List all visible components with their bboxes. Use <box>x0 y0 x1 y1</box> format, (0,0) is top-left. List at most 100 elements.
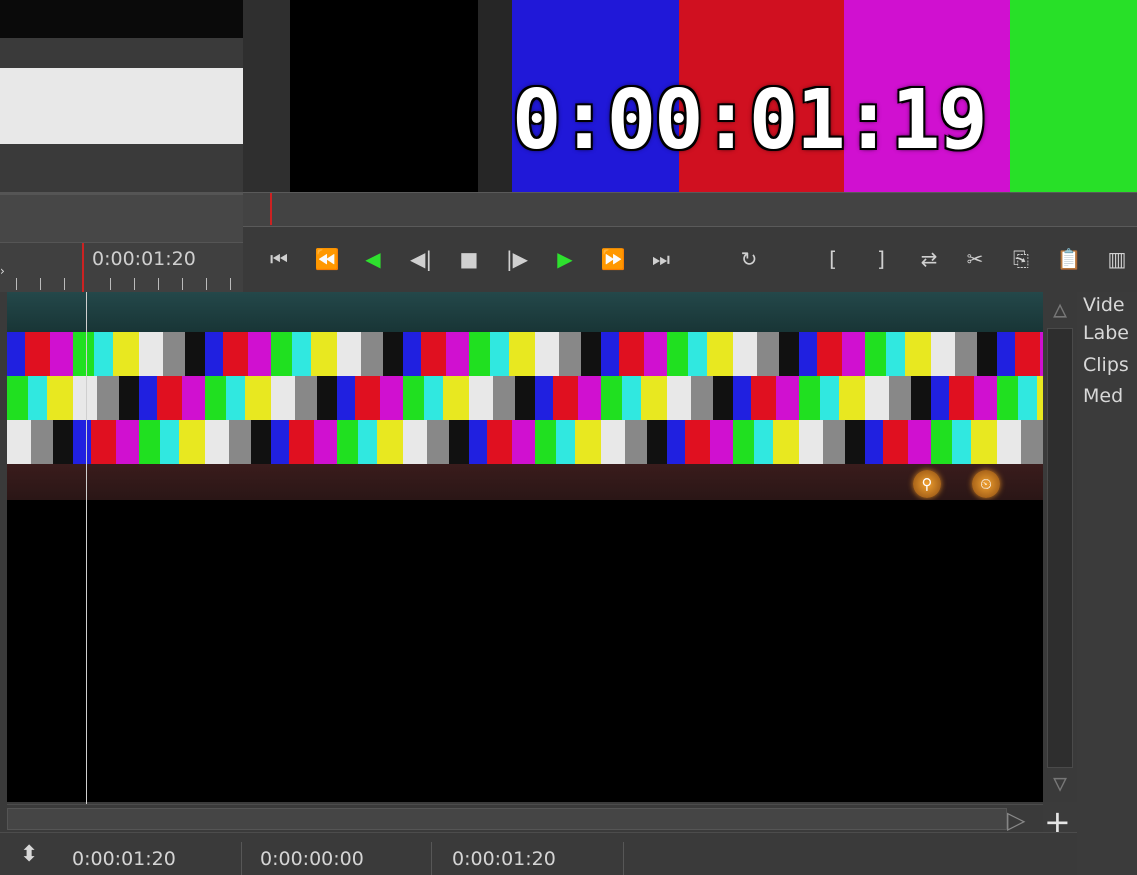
swap-icon[interactable]: ⇄ <box>916 244 942 274</box>
thumbnail-bar <box>889 376 911 420</box>
thumbnail-bar <box>469 376 493 420</box>
thumbnail-bar <box>50 332 73 376</box>
cut-icon[interactable]: ✂ <box>962 244 988 274</box>
thumbnail-bar <box>667 332 688 376</box>
scroll-up-icon[interactable]: ▵ <box>1045 294 1075 324</box>
thumbnail-bar <box>182 376 205 420</box>
thumbnail-bar <box>733 376 751 420</box>
scroll-down-icon[interactable]: ▿ <box>1045 768 1075 798</box>
thumbnail-bar <box>289 420 314 464</box>
thumbnail-bar <box>119 376 139 420</box>
step-forward-icon[interactable]: |▶ <box>504 244 530 274</box>
copy-icon[interactable]: ⎘ <box>1008 244 1034 274</box>
label-video[interactable]: Vide <box>1083 294 1125 316</box>
mark-out-icon[interactable]: ] <box>868 244 894 274</box>
label-clips[interactable]: Clips <box>1083 354 1129 376</box>
scroll-right-icon[interactable]: ▷ <box>1007 806 1025 834</box>
thumbnail-bar <box>886 332 905 376</box>
thumbnail-bar <box>205 420 229 464</box>
thumbnail-bar <box>535 332 559 376</box>
thumbnail-bar <box>31 420 53 464</box>
thumbnail-bar <box>185 332 205 376</box>
ruler-tick <box>134 278 135 290</box>
thumbnail-bar <box>817 332 842 376</box>
audio-levels-icon[interactable]: ▥ <box>1104 244 1130 274</box>
thumbnail-bar <box>295 376 317 420</box>
video-clip-thumbnails[interactable] <box>7 332 1043 464</box>
ruler-tick <box>64 278 65 290</box>
thumbnail-bar <box>469 420 487 464</box>
thumbnail-bar <box>865 420 883 464</box>
thumbnail-bar <box>707 332 733 376</box>
loop-icon[interactable]: ↻ <box>736 244 762 274</box>
mark-in-icon[interactable]: [ <box>820 244 846 274</box>
thumbnail-bar <box>931 420 952 464</box>
source-panel-selected-row[interactable] <box>0 68 243 144</box>
thumbnail-bar <box>179 420 205 464</box>
start-time-field[interactable]: 0:00:00:00 <box>252 842 432 875</box>
thumbnail-bar <box>757 332 779 376</box>
thumbnail-bar <box>139 332 163 376</box>
timeline-empty-area[interactable] <box>7 500 1043 802</box>
zoom-icon[interactable]: ⚲ <box>913 470 941 498</box>
thumbnail-bar <box>73 420 91 464</box>
thumbnail-bar <box>443 376 469 420</box>
ruler-tick <box>158 278 159 290</box>
thumbnail-bar <box>157 376 182 420</box>
thumbnail-bar <box>449 420 469 464</box>
viewer-scrub-bar[interactable] <box>243 192 1137 226</box>
thumbnail-bar <box>949 376 974 420</box>
thumbnail-row <box>7 420 1043 464</box>
thumbnail-bar <box>911 376 931 420</box>
thumbnail-bar <box>223 332 248 376</box>
ruler-tick <box>206 278 207 290</box>
current-time-field[interactable]: 0:00:01:20 <box>64 842 242 875</box>
source-panel-body <box>0 144 243 192</box>
thumbnail-bar <box>160 420 179 464</box>
thumbnail-bar <box>644 332 667 376</box>
thumbnail-bar <box>311 332 337 376</box>
thumbnail-bar <box>647 420 667 464</box>
horizontal-scroll-thumb[interactable] <box>7 808 1007 830</box>
thumbnail-bar <box>94 332 113 376</box>
thumbnail-bar <box>248 332 271 376</box>
thumbnail-bar <box>28 376 47 420</box>
stop-icon[interactable]: ■ <box>456 244 482 274</box>
fast-forward-icon[interactable]: ⏩ <box>600 244 626 274</box>
ruler-time-label: 0:00:01:20 <box>92 248 196 270</box>
ruler-arrow-icon: › <box>0 264 5 278</box>
label-labels[interactable]: Labe <box>1083 322 1129 344</box>
thumbnail-bar <box>974 376 997 420</box>
thumbnail-bar <box>931 376 949 420</box>
end-time-field[interactable]: 0:00:01:20 <box>444 842 624 875</box>
ruler-playhead-marker[interactable] <box>82 243 84 293</box>
thumbnail-bar <box>601 376 622 420</box>
vertical-scroll-thumb[interactable] <box>1047 328 1073 768</box>
thumbnail-bar <box>1021 420 1043 464</box>
timer-icon[interactable]: ⏲ <box>972 470 1000 498</box>
updown-arrows-icon[interactable]: ⬍ <box>20 842 38 867</box>
paste-icon[interactable]: 📋 <box>1056 244 1082 274</box>
thumbnail-bar <box>446 332 469 376</box>
timeline-playhead[interactable] <box>86 292 87 804</box>
ruler-tick <box>40 278 41 290</box>
label-media[interactable]: Med <box>1083 385 1123 407</box>
rewind-fast-icon[interactable]: ⏪ <box>314 244 340 274</box>
video-track-header[interactable] <box>7 292 1043 332</box>
thumbnail-bar <box>773 420 799 464</box>
thumbnail-bar <box>337 332 361 376</box>
go-to-end-icon[interactable]: ⏭ <box>648 244 674 274</box>
thumbnail-bar <box>581 332 601 376</box>
thumbnail-bar <box>799 332 817 376</box>
thumbnail-bar <box>556 420 575 464</box>
thumbnail-bar <box>845 420 865 464</box>
play-icon[interactable]: ▶ <box>552 244 578 274</box>
go-to-start-icon[interactable]: ⏮ <box>266 244 292 274</box>
thumbnail-bar <box>905 332 931 376</box>
thumbnail-bar <box>487 420 512 464</box>
thumbnail-bar <box>317 376 337 420</box>
scrub-position-marker[interactable] <box>270 193 272 225</box>
play-reverse-icon[interactable]: ◀ <box>360 244 386 274</box>
step-back-icon[interactable]: ◀| <box>408 244 434 274</box>
source-panel-band <box>0 38 243 68</box>
